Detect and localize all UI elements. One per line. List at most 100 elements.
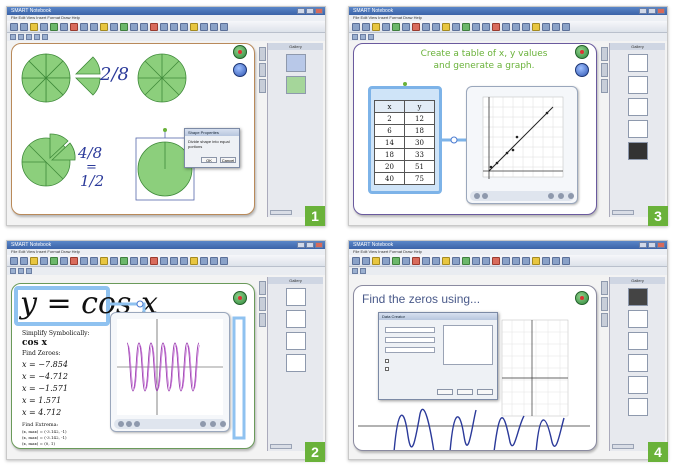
graph-tool-button[interactable] <box>200 421 206 427</box>
page-nav-button[interactable] <box>575 45 589 59</box>
toolbar-button[interactable] <box>412 22 420 31</box>
page-thumbnail[interactable] <box>285 354 306 372</box>
toolbar-button[interactable] <box>170 256 178 265</box>
toolbar-button[interactable] <box>100 22 108 31</box>
cancel-button[interactable]: Cancel <box>220 157 236 163</box>
toolbar-button[interactable] <box>382 256 390 265</box>
notebook-page[interactable]: y = cos x Simplify Symbolically: cos x F… <box>11 283 255 449</box>
toolbar-button[interactable] <box>442 256 450 265</box>
gallery-tab[interactable] <box>601 63 608 77</box>
page-thumbnail[interactable] <box>285 288 306 306</box>
page-sorter-tab[interactable] <box>601 47 608 61</box>
toolbar-button[interactable] <box>422 256 430 265</box>
toolbar-button[interactable] <box>392 22 400 31</box>
auto-hide-checkbox[interactable] <box>612 210 634 215</box>
maximize-icon[interactable] <box>306 8 314 14</box>
toolbar-button[interactable] <box>362 256 370 265</box>
graph-tool-button[interactable] <box>548 193 554 199</box>
toolbar-button[interactable] <box>200 256 208 265</box>
toolbar-button[interactable] <box>26 34 32 40</box>
window-controls[interactable] <box>639 8 665 14</box>
sidebar-tabs[interactable] <box>259 281 267 329</box>
toolbar-button[interactable] <box>562 256 570 265</box>
toolbar-button[interactable] <box>10 34 16 40</box>
toolbar-button[interactable] <box>210 256 218 265</box>
graph-toolbar[interactable] <box>470 191 574 201</box>
option-checkbox[interactable] <box>385 359 389 363</box>
toolbar-button[interactable] <box>372 256 380 265</box>
page-sorter-button[interactable] <box>233 63 247 77</box>
sidebar-tabs[interactable] <box>601 47 609 95</box>
graph-window[interactable] <box>466 86 578 204</box>
maximize-icon[interactable] <box>306 242 314 248</box>
window-controls[interactable] <box>639 242 665 248</box>
toolbar-button[interactable] <box>432 256 440 265</box>
toolbar-button[interactable] <box>120 22 128 31</box>
gallery-sidebar[interactable]: Gallery <box>601 277 665 451</box>
toolbar-button[interactable] <box>352 34 358 40</box>
graph-tool-button[interactable] <box>482 193 488 199</box>
toolbar-button[interactable] <box>422 22 430 31</box>
close-icon[interactable] <box>315 8 323 14</box>
gallery-thumbnail[interactable] <box>285 76 306 94</box>
attachments-tab[interactable] <box>259 79 266 93</box>
toolbar-button[interactable] <box>210 22 218 31</box>
close-icon[interactable] <box>657 8 665 14</box>
toolbar-button[interactable] <box>552 256 560 265</box>
toolbar-button[interactable] <box>532 256 540 265</box>
toolbar-button[interactable] <box>482 256 490 265</box>
toolbar-button[interactable] <box>20 256 28 265</box>
toolbar-button[interactable] <box>412 256 420 265</box>
toolbar-button[interactable] <box>512 22 520 31</box>
toolbar-button[interactable] <box>482 22 490 31</box>
main-toolbar[interactable] <box>7 255 325 267</box>
toolbar-button[interactable] <box>34 34 40 40</box>
ok-button[interactable]: OK <box>201 157 217 163</box>
toolbar-button[interactable] <box>462 22 470 31</box>
toolbar-button[interactable] <box>382 22 390 31</box>
minimize-icon[interactable] <box>297 242 305 248</box>
auto-hide-checkbox[interactable] <box>612 444 634 449</box>
toolbar-button[interactable] <box>40 256 48 265</box>
toolbar-button[interactable] <box>392 256 400 265</box>
page-sorter-tab[interactable] <box>259 281 266 295</box>
gallery-tab[interactable] <box>259 297 266 311</box>
close-icon[interactable] <box>657 242 665 248</box>
page-thumbnail[interactable] <box>627 310 648 328</box>
maximize-icon[interactable] <box>648 242 656 248</box>
toolbar-button[interactable] <box>512 256 520 265</box>
toolbar-button[interactable] <box>502 22 510 31</box>
toolbar-button[interactable] <box>90 256 98 265</box>
toolbar-button[interactable] <box>562 22 570 31</box>
page-sorter-tab[interactable] <box>259 47 266 61</box>
attachments-tab[interactable] <box>601 313 608 327</box>
toolbar-button[interactable] <box>70 256 78 265</box>
coefficient-field[interactable] <box>385 337 435 343</box>
minimize-icon[interactable] <box>297 8 305 14</box>
toolbar-button[interactable] <box>542 22 550 31</box>
secondary-toolbar[interactable] <box>7 33 325 41</box>
page-thumbnail[interactable] <box>627 76 648 94</box>
page-thumbnail[interactable] <box>627 142 648 160</box>
toolbar-button[interactable] <box>402 256 410 265</box>
toolbar-button[interactable] <box>50 22 58 31</box>
graph-tool-button[interactable] <box>118 421 124 427</box>
toolbar-button[interactable] <box>30 22 38 31</box>
maximize-icon[interactable] <box>648 8 656 14</box>
rotate-handle[interactable] <box>163 128 167 132</box>
toolbar-button[interactable] <box>492 22 500 31</box>
graph-toolbar[interactable] <box>114 419 226 429</box>
toolbar-button[interactable] <box>452 256 460 265</box>
toolbar-button[interactable] <box>18 268 24 274</box>
option-checkbox[interactable] <box>385 367 389 371</box>
toolbar-button[interactable] <box>150 22 158 31</box>
toolbar-button[interactable] <box>130 22 138 31</box>
graph-window[interactable] <box>110 312 230 432</box>
secondary-toolbar[interactable] <box>349 267 667 275</box>
graph-tool-button[interactable] <box>220 421 226 427</box>
graph-tool-button[interactable] <box>474 193 480 199</box>
toolbar-button[interactable] <box>60 256 68 265</box>
toolbar-button[interactable] <box>360 34 366 40</box>
toolbar-button[interactable] <box>180 22 188 31</box>
toolbar-button[interactable] <box>140 22 148 31</box>
